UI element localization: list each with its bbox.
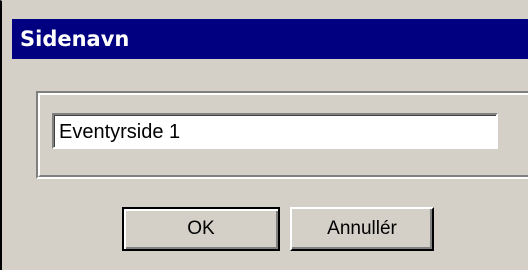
ok-button-label: OK [187, 218, 215, 239]
cancel-button[interactable]: Annullér [290, 207, 434, 251]
page-name-input[interactable] [52, 113, 498, 149]
dialog-title: Sidenavn [20, 27, 130, 51]
titlebar[interactable]: Sidenavn [12, 19, 528, 59]
cancel-button-label: Annullér [327, 218, 397, 239]
ok-button[interactable]: OK [122, 207, 280, 251]
page-name-dialog: Sidenavn OK Annullér [0, 0, 528, 270]
